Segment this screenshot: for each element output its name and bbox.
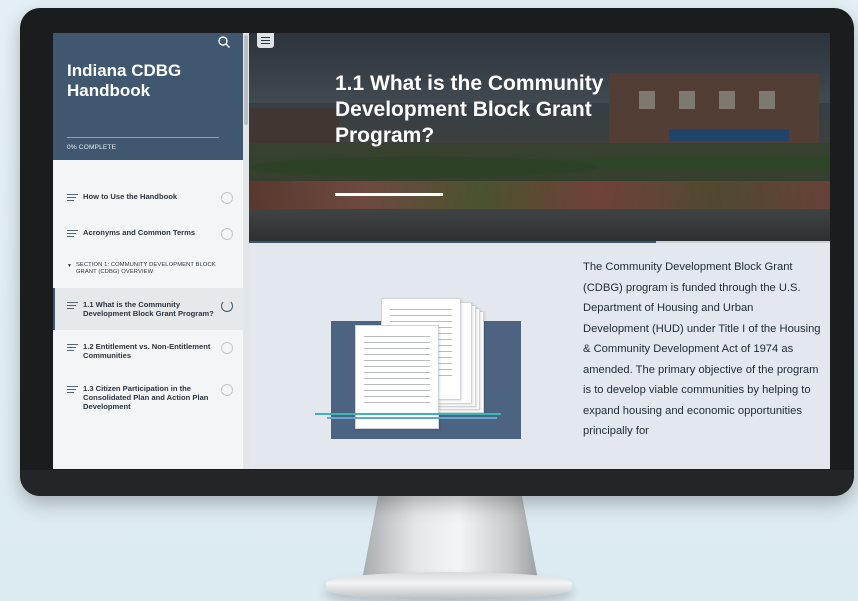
screen: Indiana CDBG Handbook 0% COMPLETE How to…: [53, 33, 830, 469]
lesson-hero: 1.1 What is the Community Development Bl…: [249, 33, 830, 241]
list-icon: [67, 386, 78, 395]
sidebar-toggle-button[interactable]: [257, 33, 274, 48]
monitor-stand-neck: [362, 488, 538, 580]
nav-item-label: 1.3 Citizen Participation in the Consoli…: [83, 384, 209, 411]
status-circle-icon: [221, 228, 233, 240]
nav-item-1-2[interactable]: 1.2 Entitlement vs. Non-Entitlement Comm…: [53, 330, 243, 372]
search-button[interactable]: [217, 35, 231, 49]
caret-down-icon: ▼: [67, 263, 72, 269]
sidebar-scroll-thumb[interactable]: [244, 35, 248, 125]
nav-item-1-3[interactable]: 1.3 Citizen Participation in the Consoli…: [53, 372, 243, 423]
list-icon: [67, 230, 78, 239]
lesson-content: 1.1 What is the Community Development Bl…: [249, 33, 830, 469]
nav-item-1-1[interactable]: 1.1 What is the Community Development Bl…: [53, 288, 243, 330]
status-circle-icon: [221, 192, 233, 204]
section-label: SECTION 1: COMMUNITY DEVELOPMENT BLOCK G…: [75, 262, 216, 275]
status-circle-icon: [221, 342, 233, 354]
status-circle-icon: [221, 384, 233, 396]
nav-item-acronyms[interactable]: Acronyms and Common Terms: [53, 216, 243, 252]
course-title: Indiana CDBG Handbook: [67, 61, 182, 100]
accent-line: [315, 413, 501, 415]
course-sidebar: Indiana CDBG Handbook 0% COMPLETE How to…: [53, 33, 243, 469]
nav-item-label: 1.1 What is the Community Development Bl…: [83, 300, 214, 318]
lesson-body-text: The Community Development Block Grant (C…: [583, 261, 821, 437]
document-illustration: [309, 283, 529, 443]
status-circle-icon: [221, 300, 233, 312]
list-icon: [67, 302, 78, 311]
lesson-nav: How to Use the Handbook Acronyms and Com…: [53, 160, 243, 423]
nav-item-label: Acronyms and Common Terms: [83, 228, 196, 237]
title-underline: [335, 193, 443, 196]
monitor-stand-base: [326, 572, 572, 600]
list-icon: [67, 194, 78, 203]
lesson-body: The Community Development Block Grant (C…: [249, 243, 830, 469]
nav-item-label: How to Use the Handbook: [83, 192, 178, 201]
list-icon: [67, 344, 78, 353]
sidebar-header: Indiana CDBG Handbook 0% COMPLETE: [53, 33, 243, 160]
course-progress-bar: [67, 137, 219, 138]
search-icon: [218, 36, 230, 48]
course-progress-label: 0% COMPLETE: [67, 144, 117, 151]
nav-item-how-to-use[interactable]: How to Use the Handbook: [53, 180, 243, 216]
section-toggle-section-1[interactable]: ▼ SECTION 1: COMMUNITY DEVELOPMENT BLOCK…: [53, 252, 243, 288]
lesson-title: 1.1 What is the Community Development Bl…: [335, 72, 604, 147]
accent-line: [327, 417, 497, 419]
nav-item-label: 1.2 Entitlement vs. Non-Entitlement Comm…: [83, 342, 211, 360]
